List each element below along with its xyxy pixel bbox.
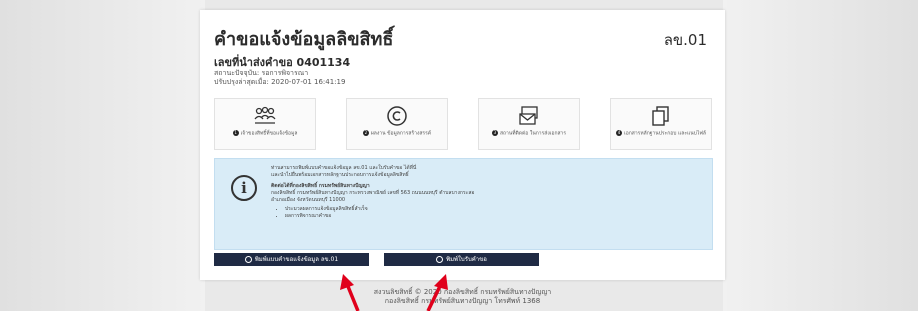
red-arrow-icon: [340, 274, 360, 311]
annotation-arrows: [340, 274, 448, 311]
red-arrow-icon: [426, 274, 448, 311]
